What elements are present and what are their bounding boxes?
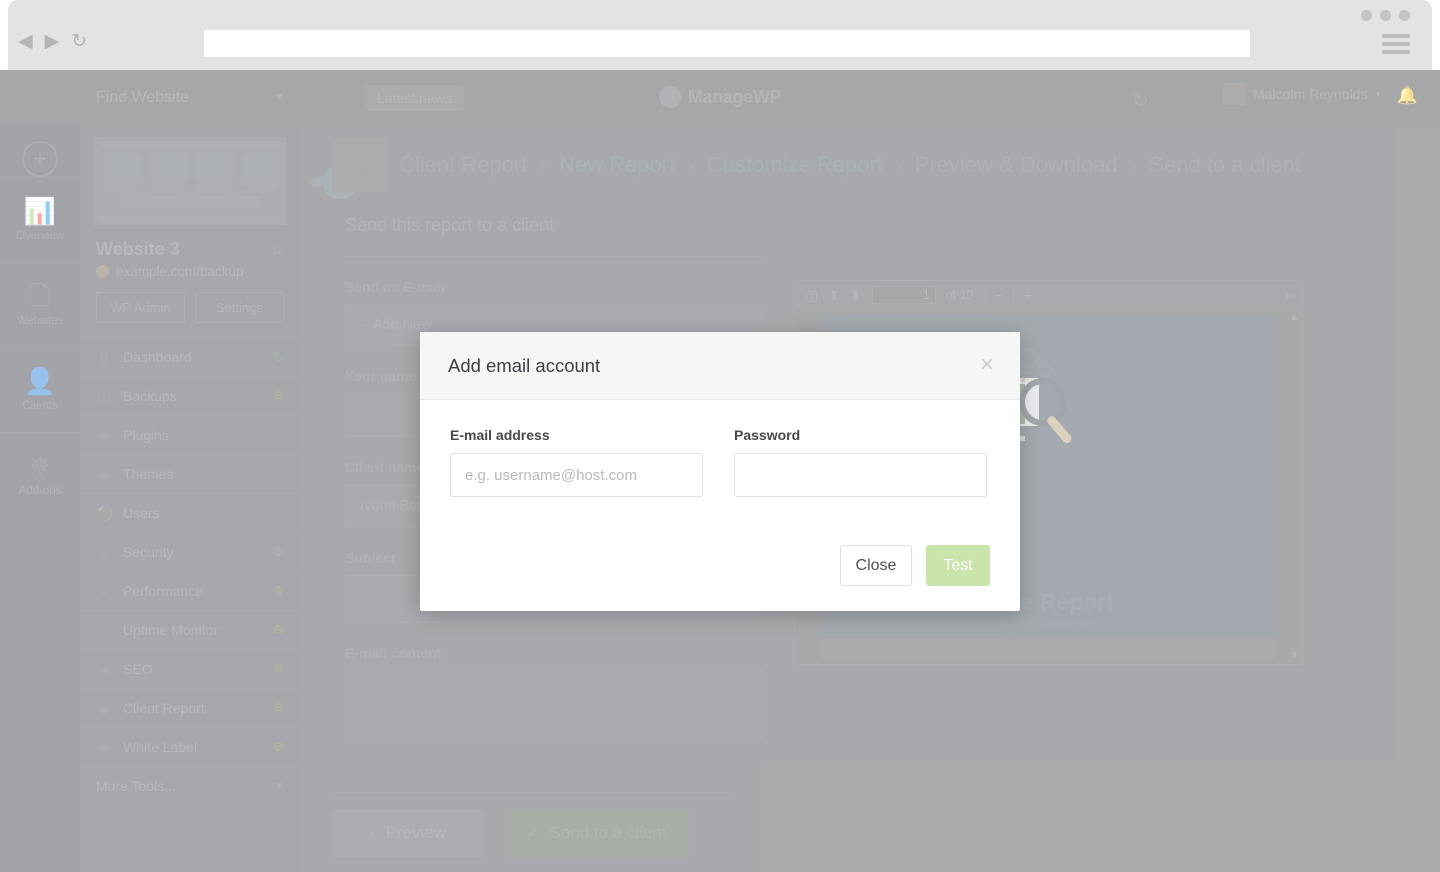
close-button[interactable]: Close (840, 545, 912, 586)
hamburger-bar (1382, 50, 1410, 54)
back-arrow-icon[interactable]: ◀ (18, 32, 33, 51)
browser-chrome: ◀ ▶ ↻ (8, 0, 1432, 70)
close-icon[interactable]: × (980, 353, 994, 377)
window-dot[interactable] (1361, 10, 1372, 21)
add-email-account-modal: Add email account × E-mail address Passw… (420, 332, 1020, 611)
hamburger-menu-icon[interactable] (1382, 34, 1410, 58)
hamburger-bar (1382, 42, 1410, 46)
modal-footer: Close Test (840, 545, 990, 586)
password-field-group: Password (734, 427, 987, 497)
test-button[interactable]: Test (926, 545, 990, 586)
browser-nav-buttons: ◀ ▶ ↻ (18, 32, 87, 51)
modal-title: Add email account (448, 354, 601, 376)
password-input[interactable] (734, 453, 987, 497)
window-controls[interactable] (1361, 10, 1410, 21)
email-field-group: E-mail address (450, 427, 703, 497)
email-input[interactable] (450, 453, 703, 497)
password-label: Password (734, 427, 801, 443)
reload-icon[interactable]: ↻ (71, 32, 87, 51)
modal-header: Add email account × (420, 332, 1020, 400)
window-dot[interactable] (1380, 10, 1391, 21)
modal-body: E-mail address Password (420, 400, 1020, 497)
forward-arrow-icon[interactable]: ▶ (45, 32, 60, 51)
email-label: E-mail address (450, 427, 550, 443)
window-dot[interactable] (1399, 10, 1410, 21)
hamburger-bar (1382, 34, 1410, 38)
url-input[interactable] (204, 30, 1250, 57)
